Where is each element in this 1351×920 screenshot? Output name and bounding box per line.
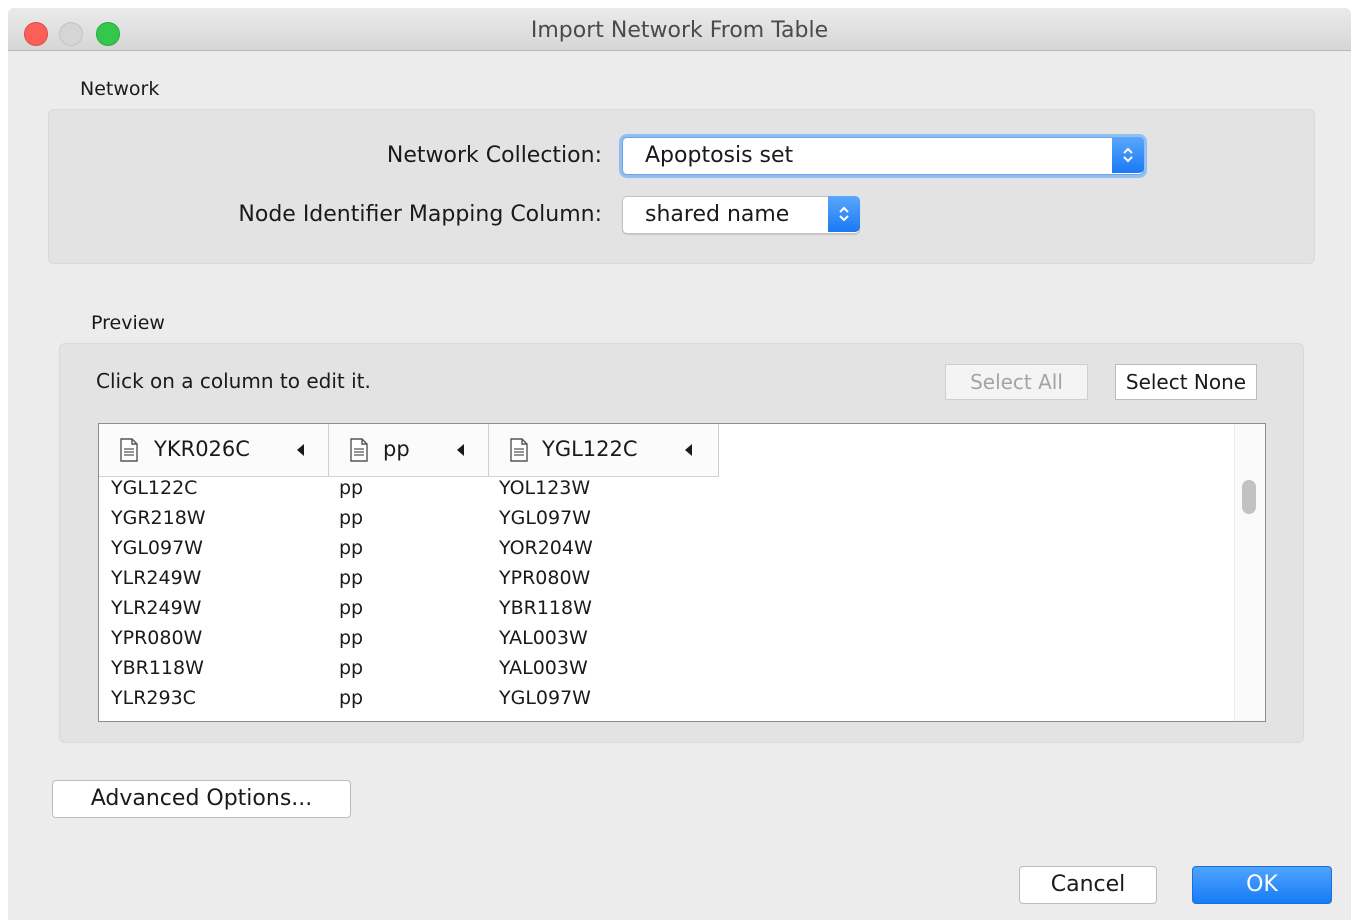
column-menu-arrow-icon[interactable] [457, 444, 464, 456]
table-cell: YGL122C [111, 477, 198, 499]
table-cell: YLR249W [111, 567, 202, 589]
chevron-up-down-icon [1112, 137, 1144, 173]
table-cell: YBR118W [499, 597, 592, 619]
table-cell: YGR218W [111, 507, 206, 529]
table-cell: pp [339, 537, 364, 559]
ok-button[interactable]: OK [1192, 866, 1332, 904]
title-bar: Import Network From Table [8, 8, 1351, 51]
advanced-options-button[interactable]: Advanced Options... [52, 780, 351, 818]
table-cell: pp [339, 687, 364, 709]
column-menu-arrow-icon[interactable] [685, 444, 692, 456]
table-cell: YGL097W [499, 687, 591, 709]
column-header-label: pp [383, 437, 410, 461]
table-cell: YLR293C [111, 687, 196, 709]
table-cell: pp [339, 627, 364, 649]
table-cell: pp [339, 567, 364, 589]
window-title: Import Network From Table [530, 18, 829, 43]
table-cell: YOL123W [499, 477, 591, 499]
preview-hint: Click on a column to edit it. [96, 369, 371, 393]
network-collection-value: Apoptosis set [645, 143, 794, 168]
table-cell: YGL097W [111, 537, 203, 559]
network-section-label: Network [80, 78, 160, 100]
network-panel [48, 109, 1315, 264]
chevron-up-down-icon [828, 196, 860, 232]
table-cell: YAL003W [499, 657, 588, 679]
mapping-column-select[interactable]: shared name [622, 196, 860, 234]
table-cell: YPR080W [111, 627, 203, 649]
column-header-label: YGL122C [542, 437, 638, 461]
table-cell: pp [339, 657, 364, 679]
preview-section-label: Preview [91, 312, 165, 334]
table-cell: YPR080W [499, 567, 591, 589]
column-header-2[interactable]: pp [329, 424, 489, 476]
preview-table: YKR026C pp YGL122C YGL122C pp YOL123W YGR2… [98, 423, 1266, 722]
table-cell: YOR204W [499, 537, 593, 559]
cancel-button[interactable]: Cancel [1019, 866, 1157, 904]
vertical-scrollbar[interactable] [1234, 424, 1265, 721]
mapping-column-value: shared name [645, 202, 790, 227]
document-icon [350, 438, 368, 462]
table-cell: YGL097W [499, 507, 591, 529]
select-none-button[interactable]: Select None [1115, 364, 1257, 400]
column-header-label: YKR026C [154, 437, 250, 461]
table-cell: YBR118W [111, 657, 204, 679]
network-collection-label: Network Collection: [386, 143, 602, 168]
import-network-dialog: Import Network From Table Network Networ… [8, 8, 1351, 920]
table-cell: YLR249W [111, 597, 202, 619]
column-header-3[interactable]: YGL122C [489, 424, 719, 476]
column-menu-arrow-icon[interactable] [297, 444, 304, 456]
column-header-1[interactable]: YKR026C [99, 424, 329, 476]
document-icon [510, 438, 528, 462]
table-cell: pp [339, 597, 364, 619]
document-icon [120, 438, 138, 462]
table-cell: YAL003W [499, 627, 588, 649]
mapping-column-label: Node Identifier Mapping Column: [238, 202, 602, 227]
table-header: YKR026C pp YGL122C [99, 424, 719, 477]
table-cell: pp [339, 507, 364, 529]
table-cell: pp [339, 477, 364, 499]
network-collection-select[interactable]: Apoptosis set [622, 137, 1144, 175]
scrollbar-thumb[interactable] [1242, 480, 1256, 514]
select-all-button[interactable]: Select All [945, 364, 1088, 400]
